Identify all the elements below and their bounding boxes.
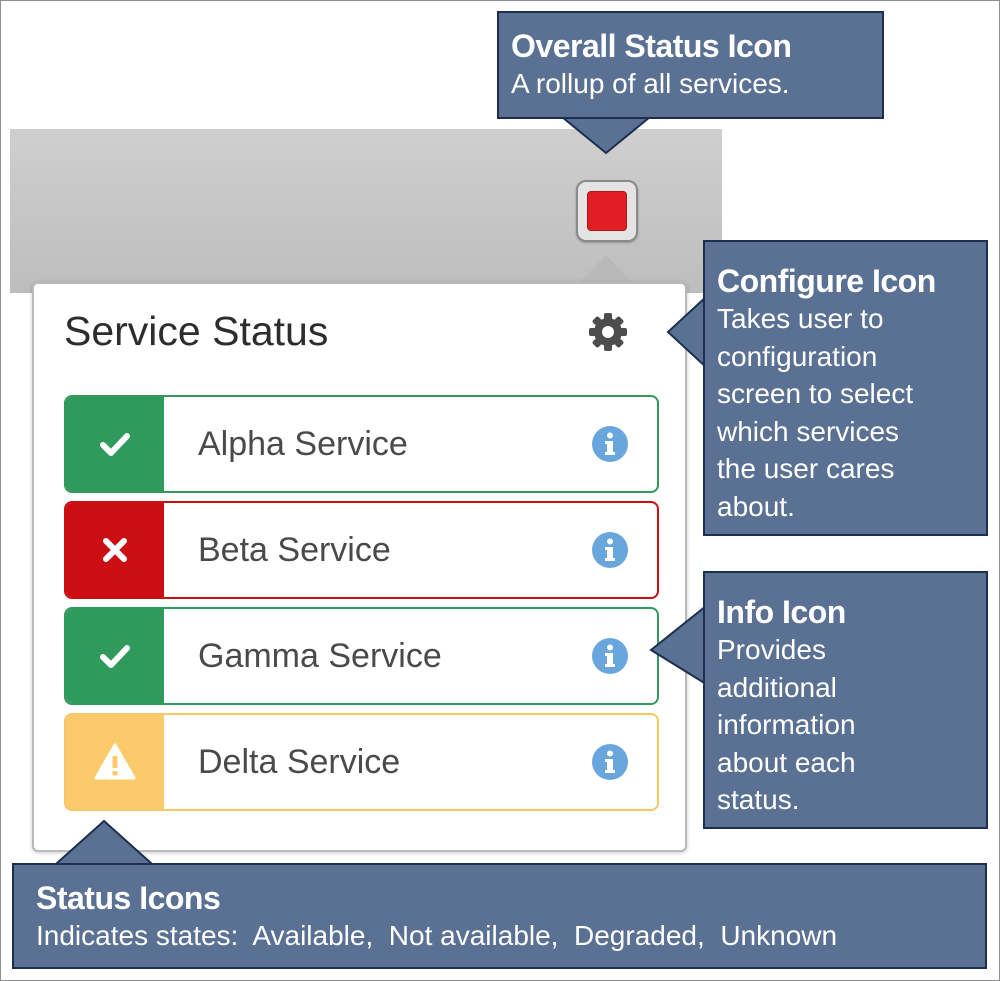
service-row-alpha[interactable]: Alpha Service [64,395,659,493]
service-status-panel: Service Status Alpha Service Beta Servic… [32,282,687,852]
callout-text: additional [717,671,837,703]
status-icons-callout: Status Icons Indicates states: Available… [12,863,987,969]
info-callout-pointer [649,605,707,685]
check-icon [66,609,164,703]
callout-text: about each [717,746,856,778]
callout-title: Overall Status Icon [511,28,792,64]
service-row-delta[interactable]: Delta Service [64,713,659,811]
callout-text: Provides [717,634,826,665]
callout-title: Info Icon [717,594,846,630]
callout-text: status. [717,784,800,815]
overall-status-callout: Overall Status Icon A rollup of all serv… [497,11,884,119]
service-name: Delta Service [198,742,401,781]
status-callout-pointer [55,819,153,865]
callout-text: Indicates states: Available, Not availab… [36,920,838,951]
overall-callout-pointer [561,116,651,155]
overall-status-button[interactable] [576,180,638,242]
service-name: Beta Service [198,530,391,569]
callout-text: Takes user to [717,303,884,334]
callout-title: Configure Icon [717,263,936,299]
warning-icon [66,715,164,809]
service-name: Alpha Service [198,424,408,463]
callout-title: Status Icons [36,880,221,916]
panel-title: Service Status [64,308,329,354]
service-row-beta[interactable]: Beta Service [64,501,659,599]
service-name: Gamma Service [198,636,442,675]
overall-status-icon [587,191,627,231]
callout-text: screen to select [717,378,914,409]
panel-caret [578,255,634,284]
info-icon[interactable] [591,637,629,675]
info-icon[interactable] [591,425,629,463]
x-icon [66,503,164,597]
info-icon[interactable] [591,743,629,781]
callout-text: which services [717,415,900,447]
info-callout: Info Icon Provides additional informatio… [703,571,988,829]
callout-text: the user cares [717,453,895,484]
callout-text: configuration [717,340,878,372]
service-row-gamma[interactable]: Gamma Service [64,607,659,705]
callout-text: about. [717,490,795,522]
callout-text: information [717,709,856,740]
callout-text: A rollup of all services. [511,68,790,99]
configure-callout: Configure Icon Takes user to configurati… [703,240,988,536]
check-icon [66,397,164,491]
gear-icon[interactable] [586,310,630,354]
info-icon[interactable] [591,531,629,569]
